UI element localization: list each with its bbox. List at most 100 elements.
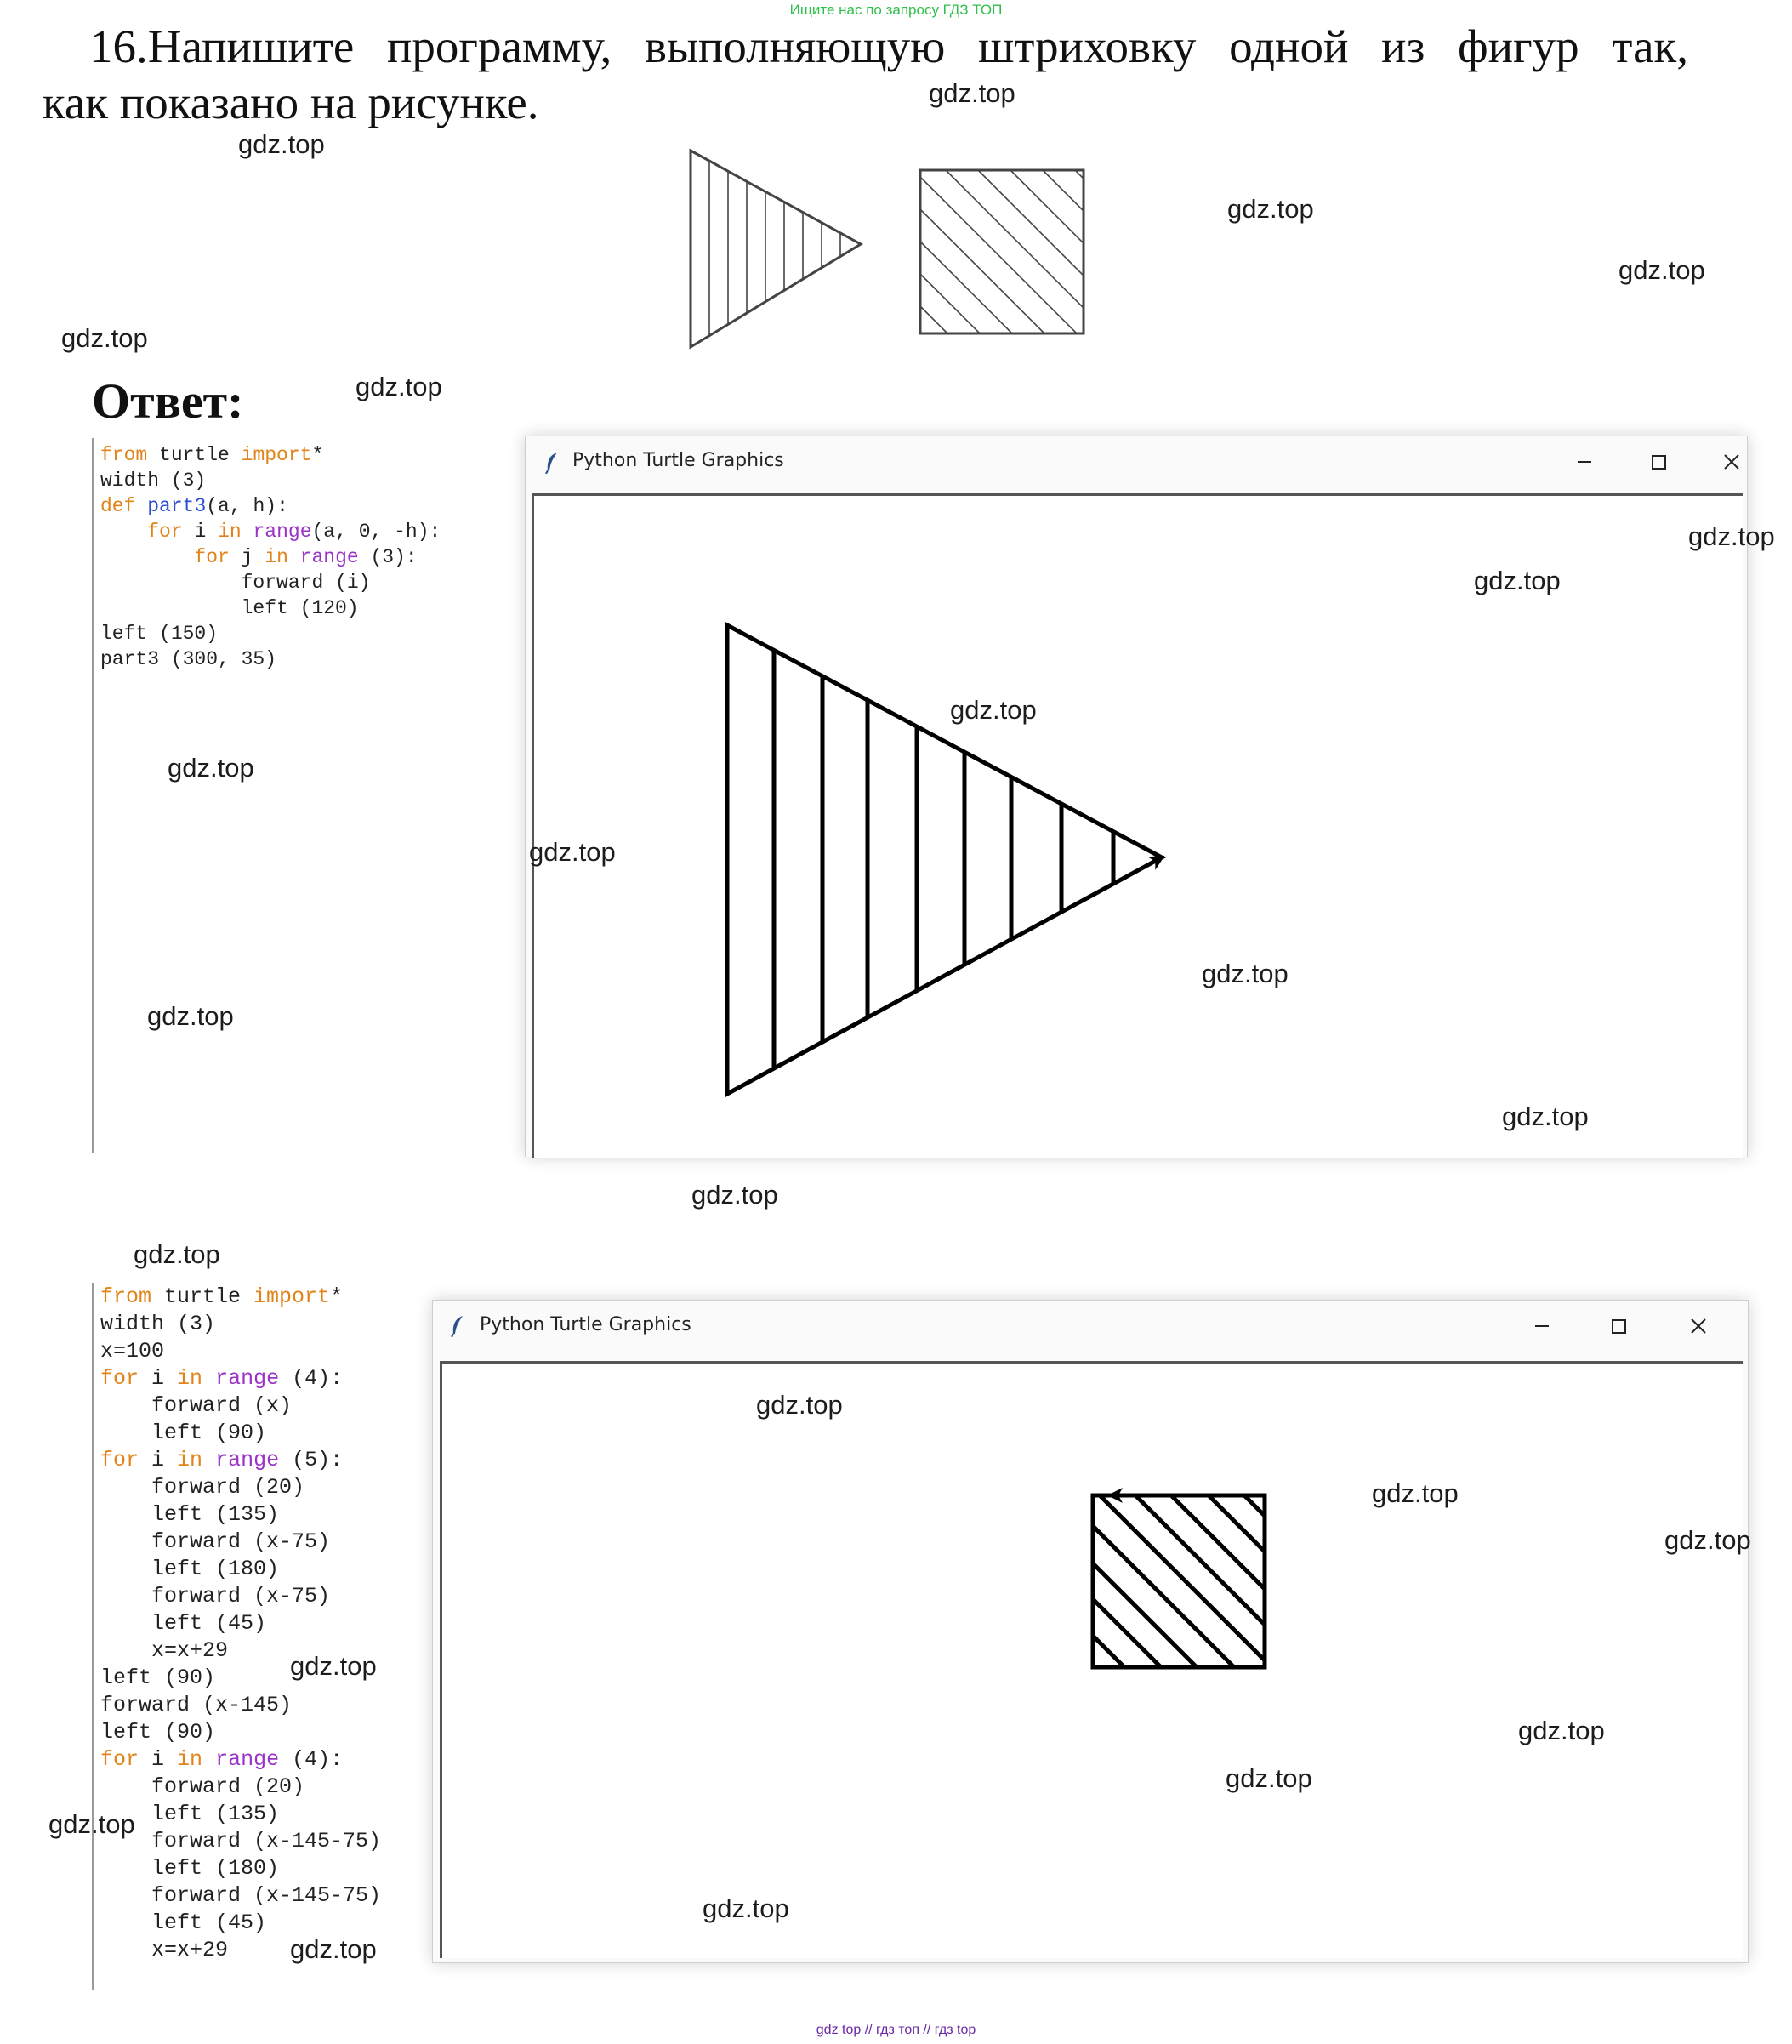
code-line: forward (x-145) xyxy=(100,1693,292,1717)
close-button[interactable] xyxy=(1678,1309,1719,1343)
code-token: i xyxy=(139,1747,178,1772)
hatched-triangle-drawing xyxy=(725,621,1167,1098)
code-token: i xyxy=(139,1366,178,1391)
hatch-line xyxy=(1134,1494,1266,1626)
watermark: gdz.top xyxy=(691,1180,778,1210)
code-token: left (45) xyxy=(100,1910,267,1935)
turtle-canvas-1[interactable] xyxy=(532,493,1743,1158)
maximize-button[interactable] xyxy=(1598,1309,1639,1343)
code-line: forward (i) xyxy=(100,572,371,594)
code-line: left (90) xyxy=(100,1421,266,1445)
code-token: range xyxy=(299,546,359,568)
turtle-window-1[interactable]: Python Turtle Graphics xyxy=(525,436,1748,1158)
watermark: gdz.top xyxy=(1618,255,1705,285)
code-token: in xyxy=(177,1747,203,1772)
code-line: left (180) xyxy=(100,1557,279,1581)
code-line: left (120) xyxy=(100,597,359,619)
window-title: Python Turtle Graphics xyxy=(480,1314,691,1335)
code-token: left (90) xyxy=(100,1665,216,1690)
watermark: gdz.top xyxy=(1227,194,1314,224)
code-line: left (45) xyxy=(100,1910,266,1935)
hatch-line xyxy=(977,169,1084,276)
code-token: turtle xyxy=(147,444,242,466)
code-line: from turtle import* xyxy=(100,1284,343,1309)
watermark: gdz.top xyxy=(1474,566,1561,595)
code-token: left (90) xyxy=(100,1421,267,1445)
code-token: left (135) xyxy=(100,1502,280,1527)
code-token: forward (x) xyxy=(100,1393,293,1418)
code-line: for j in range (3): xyxy=(100,546,418,568)
code-token: for xyxy=(194,546,230,568)
turtle-window-2[interactable]: Python Turtle Graphics xyxy=(432,1300,1749,1963)
code-line: forward (20) xyxy=(100,1774,304,1799)
code-token: * xyxy=(311,444,324,466)
code-token: left (180) xyxy=(100,1856,280,1881)
task-text-line2: как показано на рисунке. xyxy=(43,77,539,128)
watermark: gdz.top xyxy=(1502,1102,1589,1131)
watermark: gdz.top xyxy=(147,1001,234,1031)
code-token: j xyxy=(229,546,265,568)
example-triangle xyxy=(689,148,864,350)
code-token: part3 xyxy=(147,495,207,517)
hatch-line xyxy=(1091,1524,1236,1669)
code-token: (5): xyxy=(279,1448,344,1472)
code-token: part3 (300, 35) xyxy=(100,648,277,670)
hatch-line xyxy=(919,176,1078,334)
code-token: for xyxy=(147,521,183,543)
code-line: width (3) xyxy=(100,470,206,492)
code-token: forward (x-145) xyxy=(100,1693,293,1717)
code-line: x=100 xyxy=(100,1339,164,1364)
code-token: range xyxy=(215,1366,280,1391)
minimize-button[interactable] xyxy=(1564,445,1605,479)
minimize-button[interactable] xyxy=(1522,1309,1562,1343)
code-token: for xyxy=(100,1747,139,1772)
task-text-line1: 16.Напишите программу, выполняющую штрих… xyxy=(89,20,1688,72)
code-token: forward (x-75) xyxy=(100,1584,331,1608)
code-token: from xyxy=(100,1284,152,1309)
example-square xyxy=(919,168,1085,335)
code-line: left (135) xyxy=(100,1502,279,1527)
maximize-icon xyxy=(1612,1319,1626,1334)
watermark: gdz.top xyxy=(48,1809,135,1839)
title-bar-1[interactable]: Python Turtle Graphics xyxy=(526,436,1747,487)
code-token: width (3) xyxy=(100,470,207,492)
code-token: forward (i) xyxy=(100,572,371,594)
title-bar-2[interactable]: Python Turtle Graphics xyxy=(433,1301,1748,1352)
minimize-icon xyxy=(1535,1325,1549,1327)
code-line: forward (x-145-75) xyxy=(100,1883,381,1908)
code-token: range xyxy=(215,1448,280,1472)
footer-text: gdz top // гдз топ // гдз top xyxy=(816,2023,976,2037)
search-banner: Ищите нас по запросу ГДЗ ТОП xyxy=(789,2,1003,18)
code-token: turtle xyxy=(151,1284,254,1309)
code-token: in xyxy=(265,546,288,568)
code-token: (3): xyxy=(358,546,418,568)
watermark: gdz.top xyxy=(1202,959,1289,988)
watermark: gdz.top xyxy=(529,837,616,867)
code-token: range xyxy=(253,521,312,543)
code-line: left (90) xyxy=(100,1720,215,1745)
code-token: (a, h): xyxy=(206,495,288,517)
hatch-line xyxy=(1010,169,1084,244)
window-title: Python Turtle Graphics xyxy=(572,450,784,471)
code-token: left (180) xyxy=(100,1557,280,1581)
watermark: gdz.top xyxy=(703,1893,789,1923)
maximize-button[interactable] xyxy=(1638,445,1679,479)
code-token: from xyxy=(100,444,148,466)
hatched-square-drawing xyxy=(1090,1488,1267,1670)
watermark: gdz.top xyxy=(356,372,442,401)
watermark: gdz.top xyxy=(950,695,1037,725)
code-line: forward (x) xyxy=(100,1393,292,1418)
turtle-canvas-2[interactable] xyxy=(440,1361,1743,1958)
code-line: left (45) xyxy=(100,1611,266,1636)
code-panel-1: from turtle import* width (3) def part3(a,… xyxy=(92,438,530,1153)
code-token: in xyxy=(177,1366,203,1391)
watermark: gdz.top xyxy=(290,1934,377,1964)
close-button[interactable] xyxy=(1711,445,1752,479)
code-token: left (150) xyxy=(100,623,219,645)
hatch-line xyxy=(1091,1597,1163,1669)
